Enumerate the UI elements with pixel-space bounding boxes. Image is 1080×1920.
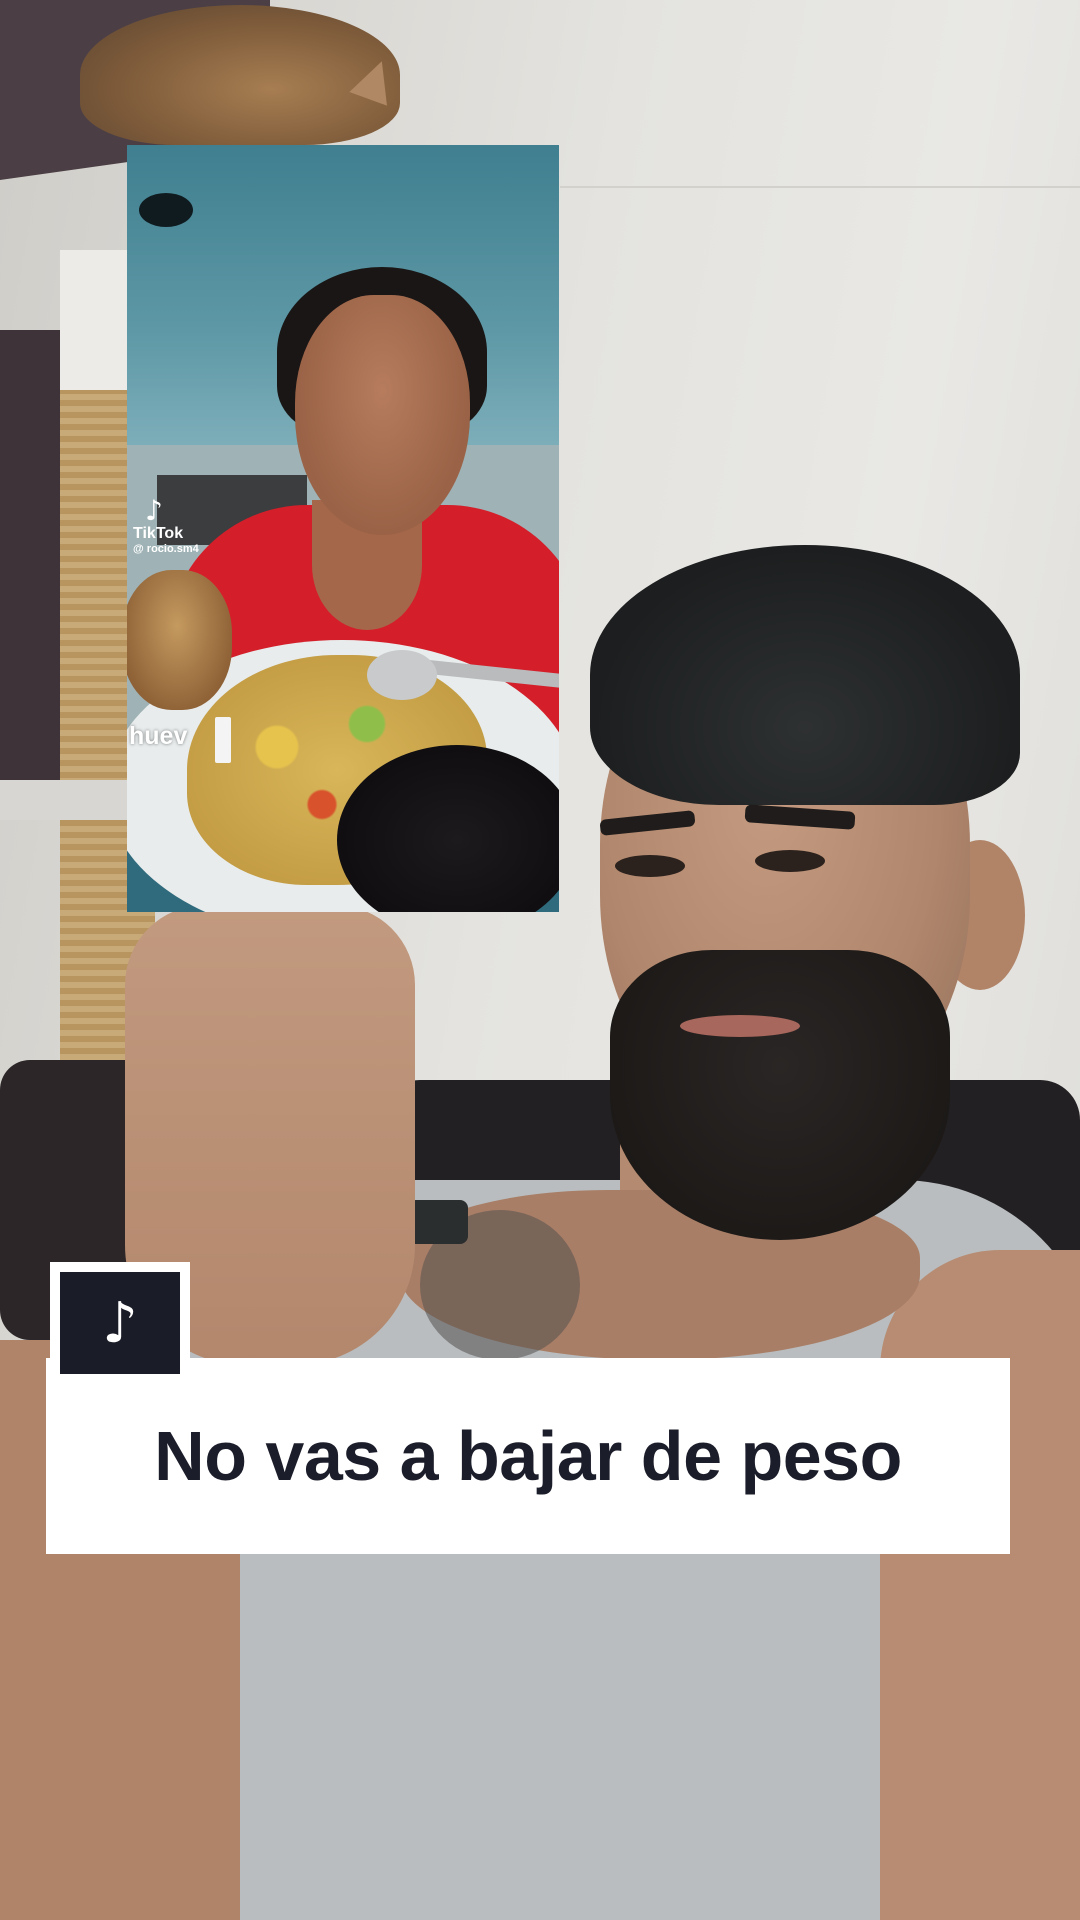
clip-username: @ rocio.sm4 <box>133 543 199 555</box>
tiktok-badge: ♪ <box>50 1262 190 1384</box>
person-shoulder <box>880 1250 1080 1920</box>
caption-banner: No vas a bajar de peso <box>46 1358 1010 1554</box>
clip-woman-face <box>295 295 470 535</box>
clip-spoon-bowl <box>367 650 437 700</box>
tiktok-logo-icon: ♪ <box>145 494 163 527</box>
right-eye <box>755 850 825 872</box>
clip-text-cursor <box>215 717 231 763</box>
lapel-microphone <box>408 1200 468 1244</box>
cat-tree-shelf <box>0 780 130 820</box>
cat-tree-column <box>60 250 130 390</box>
left-eye <box>615 855 685 877</box>
caption-text: No vas a bajar de peso <box>154 1417 902 1495</box>
clip-bread <box>127 570 232 710</box>
clip-platform-name: TikTok <box>133 525 184 542</box>
person-hair <box>590 545 1020 805</box>
wall-edge <box>560 186 1080 188</box>
person-beard <box>610 950 950 1240</box>
clip-caption: huev <box>129 722 188 750</box>
cat <box>80 5 400 145</box>
tiktok-logo-icon: ♪ <box>60 1272 180 1374</box>
clip-ceiling-lamp <box>139 193 193 227</box>
person-mouth <box>680 1015 800 1037</box>
clip-watermark: ♪ TikTok @ rocio.sm4 <box>133 494 199 556</box>
embedded-tiktok-clip: ♪ TikTok @ rocio.sm4 huev <box>127 145 559 912</box>
